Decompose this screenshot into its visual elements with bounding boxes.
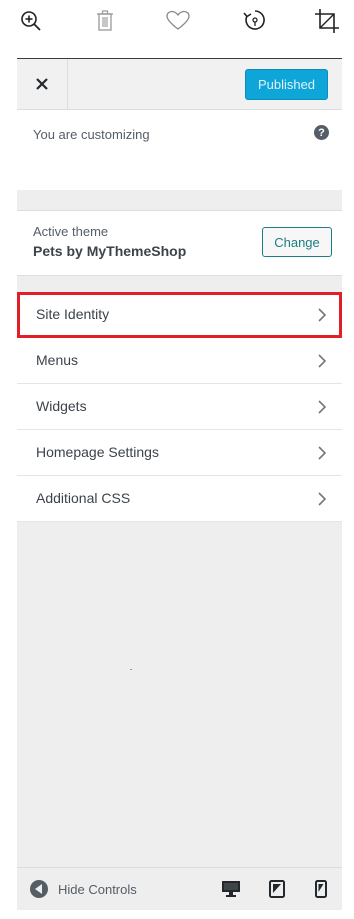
loading-dot	[130, 669, 132, 670]
image-toolbar	[0, 0, 354, 44]
hide-controls-button[interactable]: Hide Controls	[30, 878, 137, 900]
published-button[interactable]: Published	[245, 69, 328, 100]
chevron-right-icon	[318, 400, 327, 414]
chevron-right-icon	[318, 354, 327, 368]
chevron-right-icon	[318, 446, 327, 460]
customizer-footer: Hide Controls	[17, 867, 342, 910]
collapse-icon	[30, 880, 48, 898]
customizer-header: Published	[17, 59, 342, 110]
close-button[interactable]	[17, 59, 68, 109]
chevron-right-icon	[318, 308, 327, 322]
menu-item-label: Homepage Settings	[36, 444, 159, 460]
heart-icon[interactable]	[163, 6, 193, 36]
close-icon	[36, 78, 48, 90]
trash-icon[interactable]	[90, 6, 120, 36]
active-theme-label: Active theme	[33, 224, 109, 239]
tablet-icon[interactable]	[267, 879, 287, 899]
menu-item-label: Additional CSS	[36, 490, 131, 506]
crop-icon[interactable]	[312, 6, 342, 36]
customizing-info: You are customizing ?	[17, 110, 342, 190]
help-icon[interactable]: ?	[314, 125, 329, 140]
menu-item-widgets[interactable]: Widgets	[17, 384, 342, 430]
mobile-icon[interactable]	[311, 879, 331, 899]
menu-item-homepage-settings[interactable]: Homepage Settings	[17, 430, 342, 476]
customizing-label: You are customizing	[33, 127, 150, 142]
hide-controls-label: Hide Controls	[58, 881, 137, 897]
menu-item-label: Menus	[36, 352, 79, 368]
menu-item-menus[interactable]: Menus	[17, 338, 342, 384]
menu-item-label: Site Identity	[36, 306, 110, 322]
customizer-panel: Published You are customizing ? Active t…	[17, 58, 342, 910]
menu-item-label: Widgets	[36, 398, 87, 414]
menu-item-additional-css[interactable]: Additional CSS	[17, 476, 342, 522]
chevron-right-icon	[318, 492, 327, 506]
customizer-menu: Site Identity Menus Widgets Homepage Set…	[17, 292, 342, 522]
active-theme-name: Pets by MyThemeShop	[33, 243, 187, 259]
rotate-icon[interactable]	[240, 6, 270, 36]
desktop-icon[interactable]	[221, 879, 241, 899]
change-theme-button[interactable]: Change	[262, 227, 332, 257]
zoom-in-icon[interactable]	[16, 6, 46, 36]
active-theme-section: Active theme Pets by MyThemeShop Change	[17, 210, 342, 276]
menu-item-site-identity[interactable]: Site Identity	[17, 292, 342, 338]
